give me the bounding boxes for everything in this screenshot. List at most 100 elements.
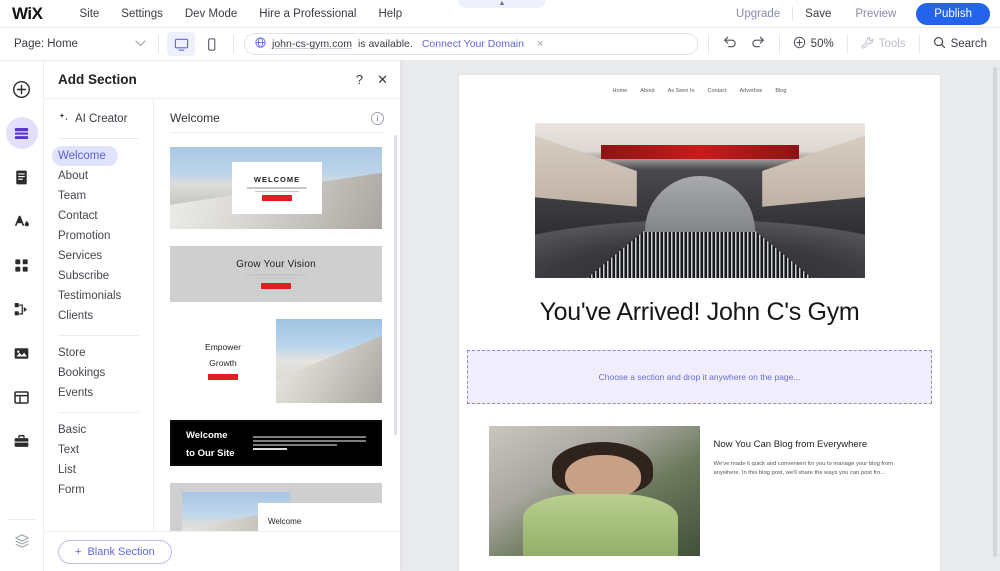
thumb-title-line2: to Our Site (186, 448, 235, 459)
blog-image-detail (564, 454, 641, 499)
site-nav-as-seen-in[interactable]: As Seen In (668, 88, 695, 94)
category-contact[interactable]: Contact (44, 206, 153, 226)
blank-section-button[interactable]: + Blank Section (58, 539, 172, 564)
hero-image-typewriter[interactable] (534, 123, 865, 278)
section-drop-zone[interactable]: Choose a section and drop it anywhere on… (467, 350, 932, 404)
hero-decor-right (762, 132, 865, 207)
zoom-icon (793, 36, 806, 52)
category-store[interactable]: Store (44, 343, 153, 363)
wix-logo[interactable]: WiX (12, 4, 43, 24)
panel-canvas-divider (400, 61, 401, 571)
category-testimonials[interactable]: Testimonials (44, 286, 153, 306)
category-services[interactable]: Services (44, 246, 153, 266)
tools-button[interactable]: Tools (848, 28, 919, 60)
editor-canvas[interactable]: Home About As Seen In Contact Advertise … (400, 61, 1000, 571)
hero-decor-ribbon (600, 144, 799, 159)
domain-name: john-cs-gym.com (272, 38, 352, 50)
site-design-icon[interactable] (6, 205, 38, 237)
close-icon[interactable]: ✕ (377, 72, 388, 88)
blog-body: We've made it quick and convenient for y… (713, 461, 894, 476)
panel-body: AI Creator Welcome About Team Contact Pr… (44, 99, 400, 531)
mobile-view-button[interactable] (197, 32, 225, 56)
section-thumb-welcome-overlay[interactable]: Welcome (170, 483, 382, 531)
connect-domain-link[interactable]: Connect Your Domain (422, 38, 524, 50)
hero-decor-left (534, 132, 637, 207)
category-about[interactable]: About (44, 166, 153, 186)
divider (58, 138, 139, 139)
thumb-image (276, 319, 382, 403)
canvas-scrollbar[interactable] (993, 67, 997, 557)
sparkle-icon (58, 112, 69, 126)
add-icon[interactable] (6, 73, 38, 105)
left-icon-rail (0, 61, 44, 571)
blog-heading: Now You Can Blog from Everywhere (713, 439, 868, 450)
category-team[interactable]: Team (44, 186, 153, 206)
search-button[interactable]: Search (920, 28, 1000, 60)
search-icon (933, 36, 946, 52)
zoom-control[interactable]: 50% (780, 28, 847, 60)
category-list[interactable]: List (44, 460, 153, 480)
integrations-icon[interactable] (6, 293, 38, 325)
toolbar-right: 50% Tools Search (707, 28, 1000, 60)
section-thumb-welcome-to-our-site[interactable]: Welcome to Our Site (170, 420, 382, 466)
category-events[interactable]: Events (44, 383, 153, 403)
undo-redo-group (709, 35, 779, 54)
business-tools-icon[interactable] (6, 425, 38, 457)
hero-heading[interactable]: You've Arrived! John C's Gym (459, 296, 940, 328)
category-text[interactable]: Text (44, 440, 153, 460)
pages-icon[interactable] (6, 161, 38, 193)
content-manager-icon[interactable] (6, 381, 38, 413)
redo-icon[interactable] (750, 35, 765, 54)
section-thumb-welcome-dunes[interactable]: WELCOME (170, 147, 382, 229)
site-nav-home[interactable]: Home (613, 88, 628, 94)
floating-pill[interactable]: ▲ (458, 0, 546, 8)
layers-button[interactable] (6, 519, 37, 555)
undo-icon[interactable] (723, 35, 738, 54)
panel-title: Add Section (58, 72, 137, 87)
site-nav-advertise[interactable]: Advertise (739, 88, 762, 94)
preview-button[interactable]: Preview (843, 8, 908, 20)
save-button[interactable]: Save (793, 8, 843, 20)
page-selector[interactable]: Page: Home (0, 28, 158, 60)
thumb-card: Welcome (258, 503, 382, 531)
hero-heading-line2: C's Gym (766, 298, 860, 326)
info-icon[interactable]: i (371, 111, 384, 125)
site-nav-contact[interactable]: Contact (708, 88, 727, 94)
category-subscribe[interactable]: Subscribe (44, 266, 153, 286)
ai-creator-button[interactable]: AI Creator (44, 109, 153, 129)
add-section-icon[interactable] (5, 117, 38, 149)
help-icon[interactable]: ? (356, 72, 363, 87)
category-welcome[interactable]: Welcome (52, 146, 118, 166)
menu-item-dev-mode[interactable]: Dev Mode (174, 8, 248, 20)
category-clients[interactable]: Clients (44, 306, 153, 326)
category-bookings[interactable]: Bookings (44, 363, 153, 383)
device-switcher (159, 32, 233, 56)
category-basic[interactable]: Basic (44, 420, 153, 440)
upgrade-button[interactable]: Upgrade (724, 8, 792, 20)
text-line (252, 444, 337, 446)
desktop-view-button[interactable] (167, 32, 195, 56)
site-nav-about[interactable]: About (640, 88, 654, 94)
menu-item-hire-a-professional[interactable]: Hire a Professional (248, 8, 367, 20)
blank-section-label: Blank Section (87, 545, 155, 558)
section-thumb-empower-growth[interactable]: Empower Growth (170, 319, 382, 403)
blog-text: Now You Can Blog from Everywhere We've m… (699, 426, 910, 556)
panel-scrollbar[interactable] (394, 135, 397, 435)
menu-item-settings[interactable]: Settings (110, 8, 174, 20)
category-form[interactable]: Form (44, 480, 153, 500)
thumb-card: WELCOME (232, 162, 322, 214)
menu-item-site[interactable]: Site (68, 8, 110, 20)
thumb-title-block: Welcome to Our Site (186, 425, 235, 461)
domain-status-bar[interactable]: john-cs-gym.com is available. Connect Yo… (244, 33, 698, 55)
close-icon[interactable]: × (537, 38, 543, 50)
app-market-icon[interactable] (6, 249, 38, 281)
editor-toolbar: Page: Home john-cs-gym.com is available.… (0, 28, 1000, 61)
media-icon[interactable] (6, 337, 38, 369)
blog-section[interactable]: Now You Can Blog from Everywhere We've m… (489, 426, 910, 556)
menu-item-help[interactable]: Help (367, 8, 413, 20)
site-nav-blog[interactable]: Blog (775, 88, 786, 94)
site-stage[interactable]: Home About As Seen In Contact Advertise … (459, 75, 940, 571)
category-promotion[interactable]: Promotion (44, 226, 153, 246)
publish-button[interactable]: Publish (916, 2, 990, 25)
section-thumb-grow-your-vision[interactable]: Grow Your Vision (170, 246, 382, 302)
